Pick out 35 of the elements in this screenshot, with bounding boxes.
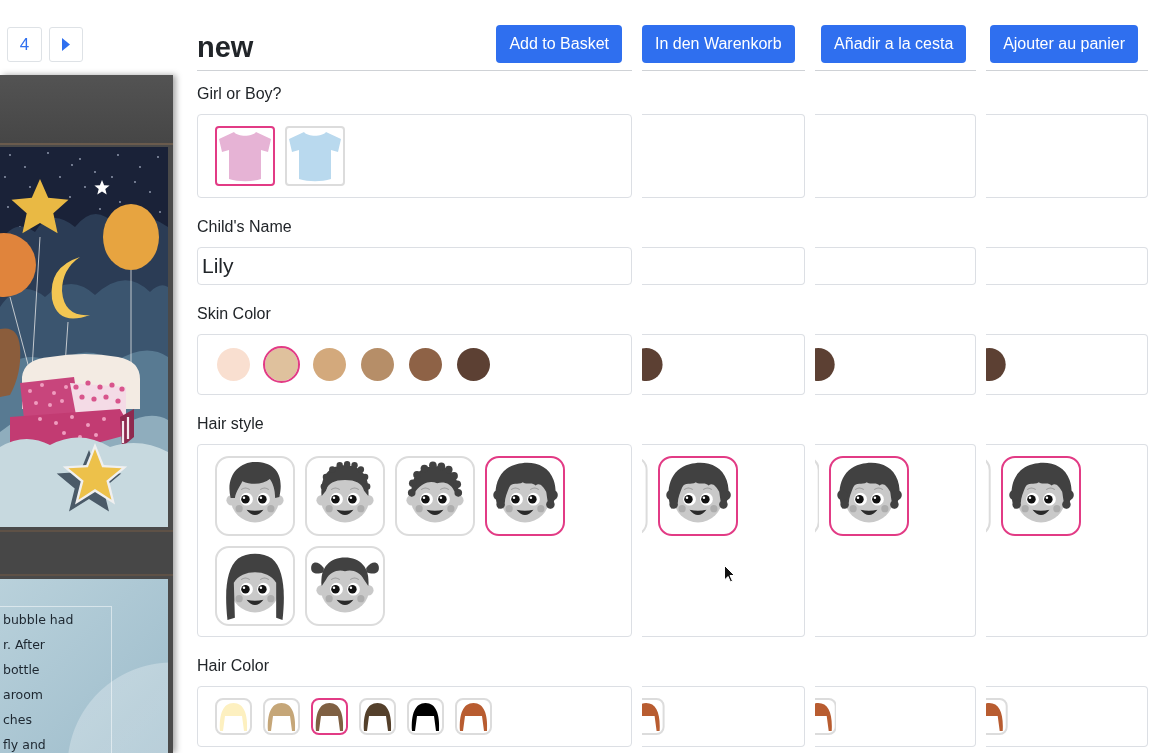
name-input-field[interactable] xyxy=(986,247,1148,285)
hair-style-option[interactable] xyxy=(485,456,565,536)
skin-color-swatch[interactable] xyxy=(263,346,300,383)
section-label: Child's Name xyxy=(197,217,293,237)
hair-swatch-icon xyxy=(409,700,442,733)
hair-swatch-icon xyxy=(217,700,250,733)
mouse-cursor-icon xyxy=(724,565,735,583)
name-input-field[interactable] xyxy=(814,247,977,285)
page-number-button[interactable]: 4 xyxy=(7,27,42,62)
hair-swatch-icon xyxy=(313,700,346,733)
hair-style-option[interactable] xyxy=(1001,456,1081,536)
skin-color-swatch[interactable] xyxy=(642,346,665,383)
next-page-button[interactable] xyxy=(49,27,83,62)
hair-swatch-icon xyxy=(361,700,394,733)
hair-style-option[interactable] xyxy=(829,456,910,536)
skin-color-swatch[interactable] xyxy=(814,346,837,383)
hair-swatch-icon xyxy=(265,700,298,733)
add-to-basket-button[interactable]: Add to Basket xyxy=(496,25,622,63)
section-label: Girl or Boy? xyxy=(197,84,283,104)
name-input-field[interactable]: Lily xyxy=(197,247,632,285)
section-label: Skin Color xyxy=(197,304,272,324)
caret-right-icon xyxy=(62,38,70,51)
section-label: Hair Color xyxy=(197,656,270,676)
add-to-basket-button[interactable]: Ajouter au panier xyxy=(990,25,1138,63)
story-text: bubble had r. After bottle aroom ches fly and xyxy=(0,606,112,753)
hair-swatch-icon xyxy=(457,700,490,733)
name-input-field[interactable] xyxy=(642,247,805,285)
hair-style-option[interactable] xyxy=(657,456,738,536)
add-to-basket-button[interactable]: In den Warenkorb xyxy=(642,25,795,63)
product-title: new xyxy=(197,32,254,62)
hair-color-option[interactable] xyxy=(311,698,348,735)
add-to-basket-button[interactable]: Añadir a la cesta xyxy=(821,25,967,63)
gender-option[interactable] xyxy=(215,126,275,186)
skin-color-swatch[interactable] xyxy=(986,346,1008,383)
section-label: Hair style xyxy=(197,414,265,434)
